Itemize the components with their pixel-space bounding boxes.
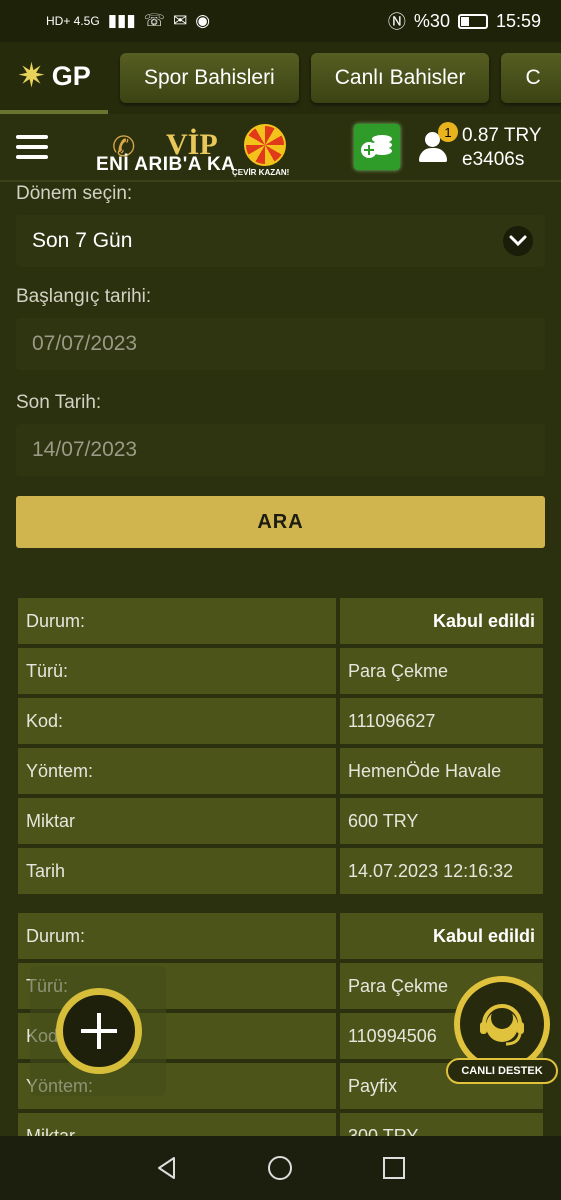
account-info[interactable]: 0.87 TRY e3406s <box>462 124 542 172</box>
status-label: Durum: <box>16 911 338 961</box>
nfc-icon: Ⓝ <box>387 12 406 32</box>
notification-badge[interactable]: 1 <box>438 122 458 142</box>
table-row: Kod: 111096627 <box>16 696 545 746</box>
period-select[interactable]: Son 7 Gün <box>16 215 545 267</box>
table-row: Durum: Kabul edildi <box>16 596 545 646</box>
wheel-label: ÇEVİR KAZAN! <box>232 168 290 177</box>
table-row: Durum: Kabul edildi <box>16 911 545 961</box>
status-label: Durum: <box>16 596 338 646</box>
clock: 15:59 <box>495 10 541 31</box>
end-date-value: 14/07/2023 <box>32 438 138 461</box>
phone-icon: ☏ <box>143 11 166 30</box>
top-nav: ✷ GP Spor Bahisleri Canlı Bahisler C <box>0 42 561 114</box>
status-value: Kabul edildi <box>338 596 545 646</box>
live-support-label: CANLI DESTEK <box>446 1058 558 1084</box>
wheel-icon <box>244 124 286 166</box>
tab-more[interactable]: C <box>501 53 561 103</box>
logo-text: GP <box>51 60 91 91</box>
coins-icon <box>361 135 392 158</box>
table-row: Miktar 600 TRY <box>16 796 545 846</box>
period-value: Son 7 Gün <box>32 229 133 252</box>
table-row: Tarih 14.07.2023 12:16:32 <box>16 846 545 896</box>
live-support-button[interactable]: CANLI DESTEK <box>446 976 558 1086</box>
amount-value: 600 TRY <box>338 796 545 846</box>
add-button[interactable] <box>56 988 142 1074</box>
start-date-field[interactable]: 07/07/2023 <box>16 318 545 370</box>
network-indicator: HD+ 4.5G <box>46 14 100 28</box>
start-date-label: Başlangıç tarihi: <box>16 286 152 307</box>
type-label: Türü: <box>16 646 338 696</box>
start-date-value: 07/07/2023 <box>32 332 138 355</box>
tab-spor-bahisleri[interactable]: Spor Bahisleri <box>120 53 299 103</box>
date-label: Tarih <box>16 846 338 896</box>
status-value: Kabul edildi <box>338 911 545 961</box>
promo-banner[interactable]: ✆ VİP ENİ ARIB'A KA ÇEVİR KAZAN! <box>96 120 298 180</box>
code-value: 111096627 <box>338 696 545 746</box>
signal-icon: ▮▮▮ <box>107 11 136 30</box>
message-icon: ✉ <box>173 11 188 30</box>
date-value: 14.07.2023 12:16:32 <box>338 846 545 896</box>
banner-text: ENİ ARIB'A KA <box>96 154 236 175</box>
period-label: Dönem seçin: <box>16 183 133 204</box>
back-icon[interactable] <box>154 1155 180 1181</box>
system-nav-bar <box>0 1136 561 1200</box>
username: e3406s <box>462 149 525 170</box>
end-date-field[interactable]: 14/07/2023 <box>16 424 545 476</box>
method-value: HemenÖde Havale <box>338 746 545 796</box>
amount-label: Miktar <box>16 796 338 846</box>
status-bar: HD+ 4.5G ▮▮▮ ☏ ✉ ◉ Ⓝ %30 15:59 <box>0 0 561 42</box>
tab-canli-bahisler[interactable]: Canlı Bahisler <box>310 53 490 103</box>
recents-icon[interactable] <box>381 1155 407 1181</box>
end-date-label: Son Tarih: <box>16 392 102 413</box>
plus-icon <box>81 1013 117 1049</box>
table-row: Yöntem: HemenÖde Havale <box>16 746 545 796</box>
code-label: Kod: <box>16 696 338 746</box>
table-row: Türü: Para Çekme <box>16 646 545 696</box>
balance: 0.87 TRY <box>462 125 542 146</box>
type-value: Para Çekme <box>338 646 545 696</box>
battery-icon <box>457 13 488 29</box>
search-button[interactable]: ARA <box>16 496 545 548</box>
app-icon: ◉ <box>195 11 211 30</box>
menu-icon[interactable] <box>16 135 48 159</box>
home-icon[interactable] <box>267 1155 293 1181</box>
chevron-down-icon <box>503 226 533 256</box>
method-label: Yöntem: <box>16 746 338 796</box>
site-logo[interactable]: ✷ GP <box>0 42 108 114</box>
star-icon: ✷ <box>17 57 46 95</box>
deposit-button[interactable] <box>354 124 400 170</box>
battery-percent: %30 <box>413 10 450 31</box>
transaction-table: Durum: Kabul edildi Türü: Para Çekme Kod… <box>16 596 545 896</box>
